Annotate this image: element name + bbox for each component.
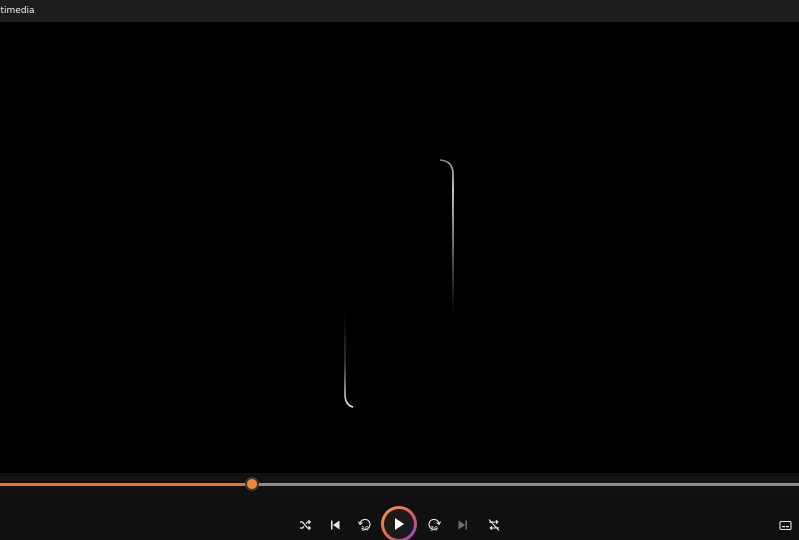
title-bar[interactable]: ltimedia bbox=[0, 0, 799, 22]
next-track-icon bbox=[458, 520, 467, 530]
play-button[interactable] bbox=[381, 506, 417, 540]
skip-forward-label: 30 bbox=[430, 526, 438, 533]
previous-button[interactable] bbox=[327, 517, 343, 533]
repeat-button[interactable] bbox=[485, 516, 503, 534]
video-viewport[interactable] bbox=[0, 22, 799, 473]
video-frame bbox=[344, 159, 454, 408]
skip-back-10-icon: 10 bbox=[358, 518, 371, 533]
seek-track[interactable] bbox=[0, 479, 799, 489]
seek-progress bbox=[0, 483, 252, 486]
skip-forward-button[interactable]: 30 bbox=[425, 516, 443, 534]
skip-back-label: 10 bbox=[361, 526, 369, 533]
media-player-window: ltimedia 10 30 bbox=[0, 0, 799, 540]
next-button[interactable] bbox=[455, 517, 471, 533]
window-title: ltimedia bbox=[0, 6, 35, 16]
play-button-inner bbox=[384, 509, 414, 539]
shuffle-button[interactable] bbox=[297, 517, 313, 533]
captions-button[interactable] bbox=[777, 517, 793, 533]
repeat-off-icon bbox=[488, 519, 500, 531]
shuffle-icon bbox=[299, 519, 311, 531]
transport-controls: 10 30 bbox=[0, 495, 799, 540]
captions-icon bbox=[778, 520, 792, 530]
skip-back-button[interactable]: 10 bbox=[356, 516, 374, 534]
play-icon bbox=[395, 518, 404, 530]
seek-thumb[interactable] bbox=[247, 479, 257, 489]
seek-bar[interactable] bbox=[0, 473, 799, 495]
previous-track-icon bbox=[331, 520, 340, 530]
skip-forward-30-icon: 30 bbox=[428, 518, 441, 533]
